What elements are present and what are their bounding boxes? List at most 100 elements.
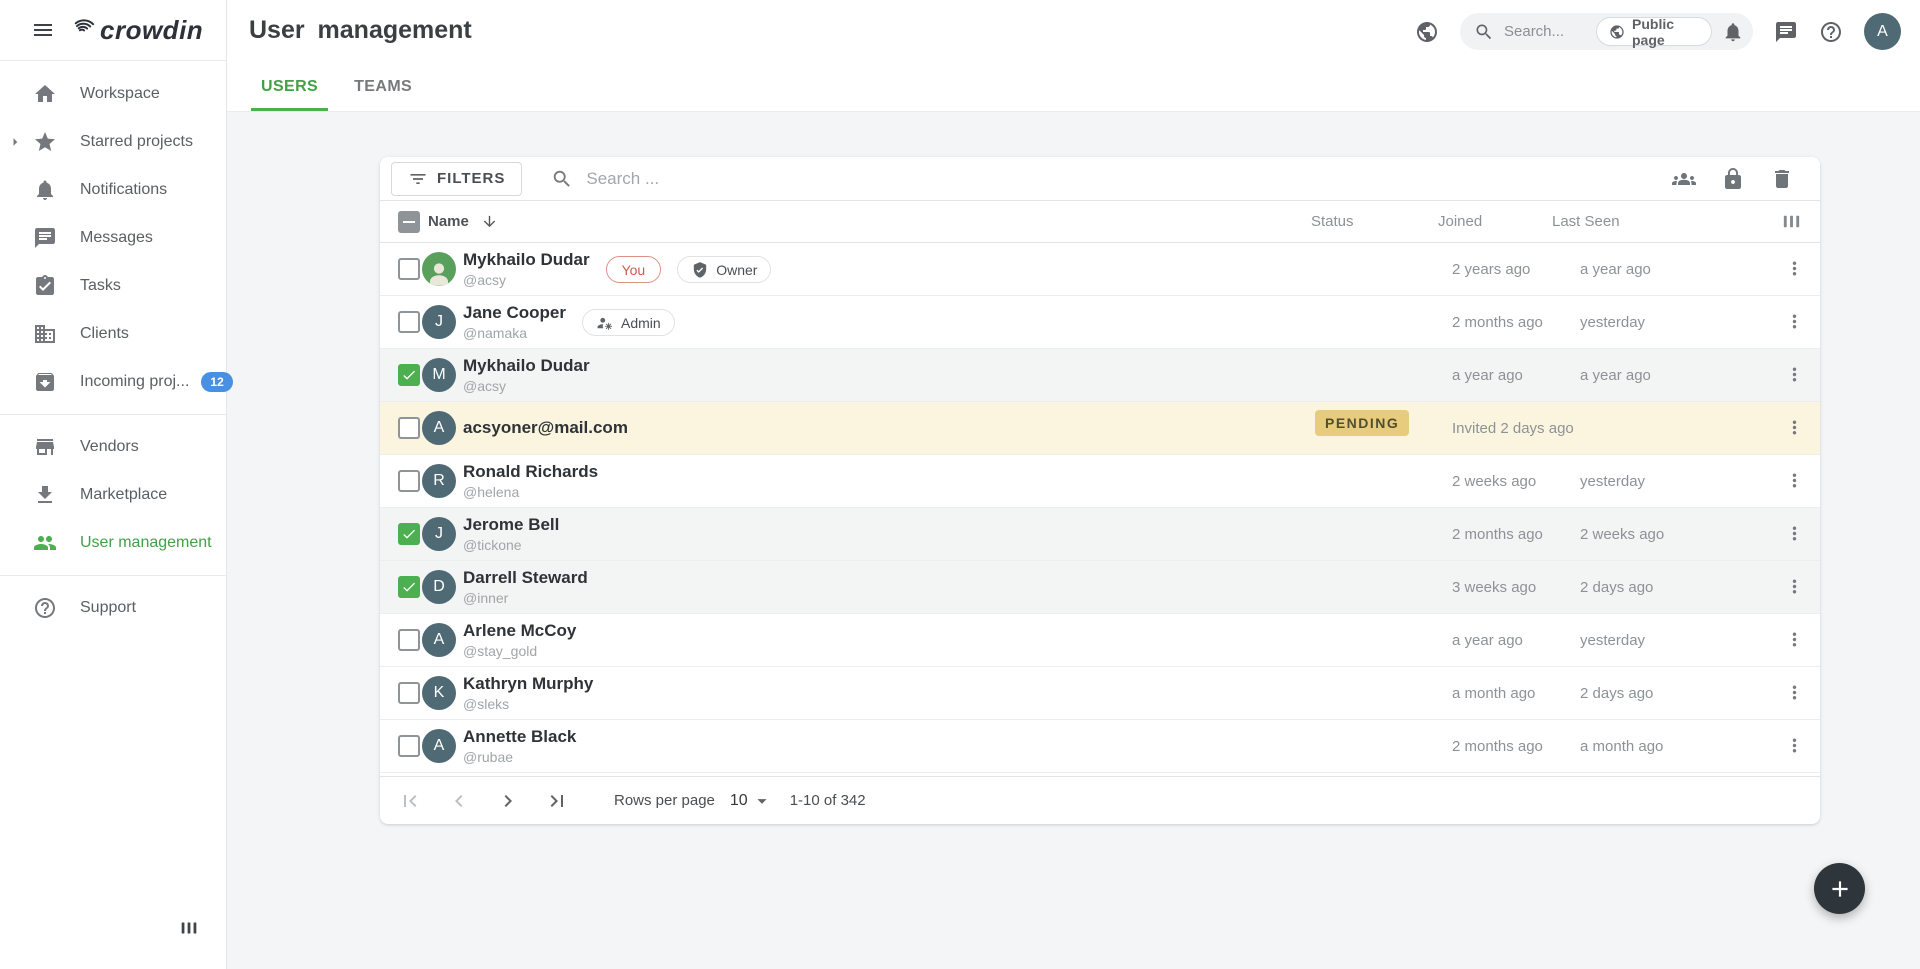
add-user-fab[interactable]: [1814, 863, 1865, 914]
user-name[interactable]: Mykhailo Dudar: [463, 356, 590, 376]
last-seen-cell: 2 weeks ago: [1580, 526, 1664, 543]
table-row[interactable]: DDarrell Steward@inner3 weeks ago2 days …: [380, 561, 1820, 614]
kebab-menu-icon[interactable]: [1784, 735, 1805, 756]
last-page-icon[interactable]: [545, 789, 569, 813]
tab-teams[interactable]: TEAMS: [344, 78, 422, 111]
sidebar-item-support[interactable]: Support: [0, 584, 226, 632]
sidebar-item-clients[interactable]: Clients: [0, 310, 226, 358]
user-name[interactable]: acsyoner@mail.com: [463, 418, 628, 438]
table-row[interactable]: KKathryn Murphy@sleksa month ago2 days a…: [380, 667, 1820, 720]
sidebar-item-notifications[interactable]: Notifications: [0, 166, 226, 214]
columns-settings-icon[interactable]: [1780, 210, 1803, 233]
table-row[interactable]: AArlene McCoy@stay_golda year agoyesterd…: [380, 614, 1820, 667]
table-row[interactable]: Mykhailo Dudar@acsyYouOwner2 years agoa …: [380, 243, 1820, 296]
user-name-block: Kathryn Murphy @sleks: [463, 674, 593, 713]
filter-icon: [408, 169, 428, 189]
sidebar-item-tasks[interactable]: Tasks: [0, 262, 226, 310]
notifications-bell-icon[interactable]: [1722, 21, 1744, 43]
status-cell: PENDING: [1315, 415, 1409, 432]
you-badge: You: [606, 256, 662, 283]
column-header-name[interactable]: Name: [428, 213, 469, 230]
table-row[interactable]: Aacsyoner@mail.comPENDINGInvited 2 days …: [380, 402, 1820, 455]
row-checkbox[interactable]: [398, 523, 420, 545]
user-name[interactable]: Kathryn Murphy: [463, 674, 593, 694]
sidebar-item-workspace[interactable]: Workspace: [0, 70, 226, 118]
select-all-checkbox[interactable]: [398, 211, 420, 233]
user-name[interactable]: Ronald Richards: [463, 462, 598, 482]
kebab-menu-icon[interactable]: [1784, 629, 1805, 650]
column-header-joined[interactable]: Joined: [1438, 213, 1482, 230]
sidebar-item-starred-projects[interactable]: Starred projects: [0, 118, 226, 166]
avatar: K: [422, 676, 456, 710]
help-icon[interactable]: [1819, 20, 1843, 44]
table-toolbar: FILTERS: [380, 157, 1820, 201]
global-search-input[interactable]: [1504, 23, 1596, 40]
user-name-block: Mykhailo Dudar@acsy: [463, 250, 590, 289]
user-avatar[interactable]: A: [1864, 13, 1901, 50]
user-name[interactable]: Arlene McCoy: [463, 621, 576, 641]
table-row[interactable]: JJane Cooper@namakaAdmin2 months agoyest…: [380, 296, 1820, 349]
first-page-icon[interactable]: [398, 789, 422, 813]
kebab-menu-icon[interactable]: [1784, 576, 1805, 597]
rows-per-page-select[interactable]: 10: [730, 790, 773, 812]
sidebar-item-label: User management: [80, 534, 212, 552]
sidebar-item-vendors[interactable]: Vendors: [0, 423, 226, 471]
person-gear-icon: [596, 314, 614, 332]
sidebar-item-label: Tasks: [80, 277, 121, 295]
kebab-menu-icon[interactable]: [1784, 682, 1805, 703]
row-checkbox[interactable]: [398, 258, 420, 280]
row-checkbox[interactable]: [398, 364, 420, 386]
clients-icon: [33, 322, 57, 346]
kebab-menu-icon[interactable]: [1784, 523, 1805, 544]
row-checkbox[interactable]: [398, 735, 420, 757]
panel-columns-toggle-icon[interactable]: [178, 917, 200, 939]
pending-status-badge: PENDING: [1315, 410, 1409, 436]
tab-users[interactable]: USERS: [251, 78, 328, 111]
kebab-menu-icon[interactable]: [1784, 311, 1805, 332]
user-cell: Arlene McCoy@stay_gold: [463, 614, 576, 667]
sidebar-item-marketplace[interactable]: Marketplace: [0, 471, 226, 519]
row-checkbox[interactable]: [398, 629, 420, 651]
messages-chat-icon[interactable]: [1774, 20, 1798, 44]
avatar: A: [422, 729, 456, 763]
row-checkbox[interactable]: [398, 576, 420, 598]
kebab-menu-icon[interactable]: [1784, 258, 1805, 279]
table-row[interactable]: JJerome Bell@tickone2 months ago2 weeks …: [380, 508, 1820, 561]
lock-icon[interactable]: [1721, 167, 1745, 191]
table-row[interactable]: AAnnette Black@rubae2 months agoa month …: [380, 720, 1820, 773]
user-name[interactable]: Mykhailo Dudar: [463, 250, 590, 270]
table-row[interactable]: MMykhailo Dudar@acsya year agoa year ago: [380, 349, 1820, 402]
previous-page-icon[interactable]: [447, 789, 471, 813]
table-row[interactable]: RRonald Richards@helena2 weeks agoyester…: [380, 455, 1820, 508]
trash-icon[interactable]: [1770, 167, 1794, 191]
search-icon: [551, 168, 573, 190]
kebab-menu-icon[interactable]: [1784, 417, 1805, 438]
table-search-input[interactable]: [586, 169, 986, 189]
kebab-menu-icon[interactable]: [1784, 364, 1805, 385]
language-globe-icon[interactable]: [1415, 20, 1439, 44]
row-checkbox[interactable]: [398, 682, 420, 704]
row-checkbox[interactable]: [398, 417, 420, 439]
hamburger-menu-icon[interactable]: [31, 18, 55, 42]
crowdin-logo[interactable]: crowdin: [66, 15, 203, 46]
public-page-button[interactable]: Public page: [1596, 17, 1712, 46]
row-checkbox[interactable]: [398, 311, 420, 333]
sidebar-item-messages[interactable]: Messages: [0, 214, 226, 262]
column-header-status[interactable]: Status: [1311, 213, 1354, 230]
row-checkbox[interactable]: [398, 470, 420, 492]
user-name[interactable]: Jane Cooper: [463, 303, 566, 323]
user-name[interactable]: Annette Black: [463, 727, 576, 747]
column-header-last-seen[interactable]: Last Seen: [1552, 213, 1620, 230]
user-handle: @sleks: [463, 696, 593, 713]
sidebar-item-user-management[interactable]: User management: [0, 519, 226, 567]
expand-caret-icon[interactable]: [6, 133, 24, 151]
sidebar-item-incoming-proj[interactable]: Incoming proj...12: [0, 358, 226, 406]
kebab-menu-icon[interactable]: [1784, 470, 1805, 491]
user-name[interactable]: Jerome Bell: [463, 515, 559, 535]
groups-icon[interactable]: [1672, 167, 1696, 191]
sort-descending-icon[interactable]: [481, 213, 498, 230]
filters-button[interactable]: FILTERS: [391, 162, 522, 196]
next-page-icon[interactable]: [496, 789, 520, 813]
user-name[interactable]: Darrell Steward: [463, 568, 588, 588]
user-cell: Kathryn Murphy @sleks: [463, 667, 593, 720]
